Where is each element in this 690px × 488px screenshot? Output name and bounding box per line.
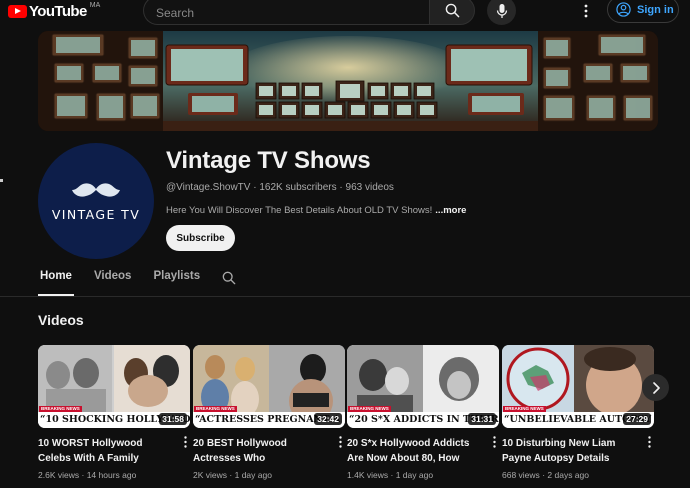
avatar-text: VINTAGE TV (51, 206, 141, 222)
meta-separator: · (339, 182, 343, 193)
video-menu-button[interactable] (180, 435, 190, 449)
video-thumbnail[interactable]: BREAKING NEWS “10 SHOCKING HOLLYWOOD AF … (38, 345, 190, 428)
search-icon (222, 271, 236, 285)
video-meta: 2K views · 1 day ago (193, 470, 345, 480)
video-card[interactable]: BREAKING NEWS “ACTRESSES PREGNANT A 32:4… (193, 345, 345, 480)
video-title[interactable]: 20 BEST Hollywood Actresses Who SECRETLY… (193, 436, 345, 466)
video-thumbnail[interactable]: BREAKING NEWS “UNBELIEVABLE AUTOPSY DE 2… (502, 345, 654, 428)
more-link[interactable]: ...more (435, 205, 466, 216)
vertical-dots-icon (338, 436, 342, 448)
video-menu-button[interactable] (335, 435, 345, 449)
description-text: Here You Will Discover The Best Details … (166, 205, 433, 216)
subscriber-count: 162K subscribers (259, 182, 337, 193)
search-button[interactable] (429, 0, 475, 25)
top-bar: YouTube MA Sign in (0, 0, 690, 25)
sign-in-button[interactable]: Sign in (607, 0, 679, 23)
edge-marker (0, 179, 3, 182)
video-meta: 668 views · 2 days ago (502, 470, 654, 480)
upload-age: 14 hours ago (86, 470, 137, 480)
subscribe-button[interactable]: Subscribe (166, 225, 235, 251)
view-count: 1.4K views (347, 470, 389, 480)
search-box (143, 0, 429, 25)
video-duration: 27:29 (623, 413, 651, 425)
channel-banner (38, 31, 658, 131)
video-thumbnail[interactable]: BREAKING NEWS “ACTRESSES PREGNANT A 32:4… (193, 345, 345, 428)
video-duration: 31:31 (468, 413, 496, 425)
video-title[interactable]: 10 Disturbing New Liam Payne Autopsy Det… (502, 436, 654, 466)
youtube-play-icon (8, 5, 27, 18)
video-thumbnail[interactable]: BREAKING NEWS “20 S*X ADDICTS IN THEIR 3… (347, 345, 499, 428)
country-code: MA (89, 2, 101, 9)
meta-separator: · (390, 470, 394, 480)
shelf-next-button[interactable] (642, 374, 669, 401)
chevron-right-icon (652, 381, 660, 394)
video-title[interactable]: 10 WORST Hollywood Celebs With A Family … (38, 436, 190, 466)
video-meta: 2.6K views · 14 hours ago (38, 470, 190, 480)
video-duration: 32:42 (314, 413, 342, 425)
account-icon (616, 2, 631, 17)
logo-text: YouTube (29, 3, 87, 20)
banner-image (38, 31, 658, 131)
view-count: 2.6K views (38, 470, 80, 480)
youtube-logo[interactable]: YouTube MA (8, 2, 101, 20)
view-count: 2K views (193, 470, 228, 480)
meta-separator: · (229, 470, 233, 480)
channel-meta: @Vintage.ShowTV · 162K subscribers · 963… (166, 182, 394, 193)
search-input[interactable] (144, 0, 429, 24)
sign-in-label: Sign in (637, 3, 674, 16)
tabs-divider (0, 296, 690, 297)
upload-age: 2 days ago (547, 470, 589, 480)
channel-tabs: Home Videos Playlists (38, 266, 236, 296)
meta-separator: · (253, 182, 257, 193)
video-meta: 1.4K views · 1 day ago (347, 470, 499, 480)
upload-age: 1 day ago (234, 470, 272, 480)
video-menu-button[interactable] (489, 435, 499, 449)
video-card[interactable]: BREAKING NEWS “20 S*X ADDICTS IN THEIR 3… (347, 345, 499, 480)
channel-title: Vintage TV Shows (166, 147, 371, 174)
video-duration: 31:58 (159, 413, 187, 425)
video-title[interactable]: 20 S*x Hollywood Addicts Are Now About 8… (347, 436, 499, 466)
search-icon (445, 3, 459, 18)
meta-separator: · (81, 470, 85, 480)
mustache-icon (72, 182, 120, 197)
vertical-dots-icon (183, 436, 187, 448)
settings-menu-button[interactable] (578, 2, 594, 20)
upload-age: 1 day ago (395, 470, 434, 480)
channel-description: Here You Will Discover The Best Details … (166, 205, 466, 216)
section-title: Videos (38, 312, 84, 328)
channel-search-button[interactable] (222, 271, 236, 290)
vertical-dots-icon (492, 436, 496, 448)
channel-handle: @Vintage.ShowTV (166, 182, 251, 193)
meta-separator: · (542, 470, 546, 480)
tab-playlists[interactable]: Playlists (151, 266, 202, 296)
view-count: 668 views (502, 470, 540, 480)
video-card[interactable]: BREAKING NEWS “UNBELIEVABLE AUTOPSY DE 2… (502, 345, 654, 480)
voice-search-button[interactable] (487, 0, 516, 25)
video-count: 963 videos (345, 182, 394, 193)
tab-videos[interactable]: Videos (92, 266, 134, 296)
vertical-dots-icon (584, 4, 588, 18)
vertical-dots-icon (647, 436, 651, 448)
tab-home[interactable]: Home (38, 266, 74, 296)
channel-avatar: VINTAGE TV (38, 143, 154, 259)
video-card[interactable]: BREAKING NEWS “10 SHOCKING HOLLYWOOD AF … (38, 345, 190, 480)
microphone-icon (496, 3, 507, 18)
video-menu-button[interactable] (644, 435, 654, 449)
